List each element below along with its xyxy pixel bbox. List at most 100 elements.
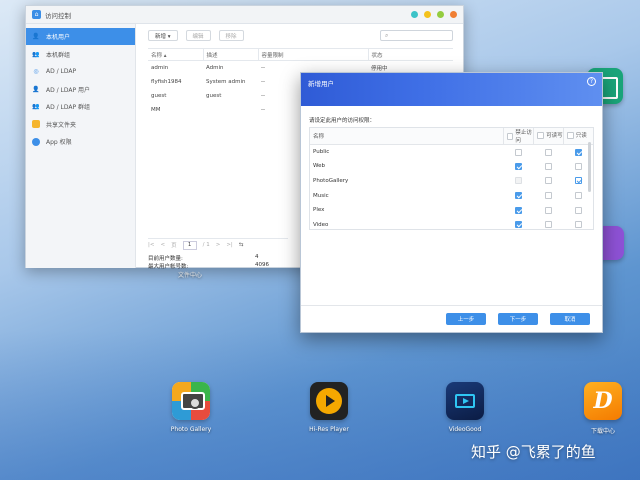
partial-desktop-label: 文件中心 — [178, 272, 203, 279]
page-number-input[interactable]: 1 — [182, 240, 197, 250]
back-button[interactable]: 上一步 — [446, 313, 486, 325]
folder-name-cell: Music — [313, 192, 329, 199]
help-icon[interactable]: ? — [587, 77, 596, 86]
window-maximize-button[interactable] — [437, 11, 444, 18]
ro-checkbox[interactable] — [544, 192, 552, 200]
rw-checkbox[interactable] — [574, 221, 582, 229]
max-users-label: 最大用户帐号数: — [148, 264, 189, 270]
deny-checkbox[interactable] — [515, 192, 523, 200]
prev-page-icon[interactable]: < — [160, 242, 165, 248]
permission-cell — [504, 159, 534, 174]
videogood-icon — [446, 382, 484, 420]
page-prefix: 页 — [171, 243, 177, 249]
deny-checkbox[interactable] — [515, 221, 523, 229]
sidebar-item-label: AD / LDAP 群组 — [46, 104, 91, 111]
photo-gallery-icon — [172, 382, 210, 420]
window-minimize-button[interactable] — [424, 11, 431, 18]
pagination: |< < 页 1 / 1 > >| ⇆ — [148, 238, 288, 251]
delete-button[interactable]: 移除 — [218, 30, 244, 41]
last-page-icon[interactable]: >| — [226, 242, 232, 248]
dialog-header[interactable]: 新增用户 ? — [301, 73, 602, 106]
videogood-label: VideoGood — [448, 426, 482, 433]
user-name-cell: guest — [151, 92, 167, 99]
permission-cell — [504, 188, 534, 203]
group-icon: 👥 — [32, 50, 40, 58]
select-all-rw-checkbox[interactable] — [537, 131, 545, 139]
window-titlebar[interactable]: ⌂ 访问控制 — [26, 6, 463, 24]
ro-checkbox[interactable] — [544, 177, 552, 185]
sidebar-item-label: 共享文件夹 — [46, 121, 77, 129]
ro-checkbox[interactable] — [544, 148, 552, 156]
sidebar-item-ad-ldap-groups[interactable]: 👥 AD / LDAP 群组 — [26, 98, 135, 115]
photo-gallery-shortcut[interactable]: Photo Gallery — [156, 382, 226, 433]
rw-checkbox[interactable] — [574, 206, 582, 214]
refresh-icon[interactable]: ⇆ — [239, 242, 244, 248]
new-user-button[interactable]: 新增 ▾ — [148, 30, 178, 41]
permission-cell — [563, 203, 593, 218]
search-input[interactable]: ⌕ — [380, 30, 453, 41]
folder-name-cell: Web — [313, 163, 325, 170]
hires-player-label: Hi-Res Player — [309, 426, 349, 433]
permission-prompt: 请设定此用户的访问权限： — [309, 118, 376, 124]
user-name-cell: admin — [151, 64, 169, 71]
app-icon — [32, 137, 40, 146]
download-center-label: 下载中心 — [590, 428, 615, 435]
ro-checkbox[interactable] — [544, 206, 552, 214]
ro-checkbox[interactable] — [544, 221, 552, 229]
edit-button[interactable]: 编辑 — [185, 30, 211, 41]
permission-cell — [534, 188, 564, 203]
sidebar-item-local-groups[interactable]: 👥 本机群组 — [26, 46, 135, 63]
permission-table-container: 名称 禁止访问 可读写 只读 Public Web PhotoGallery Musi… — [309, 127, 594, 230]
search-icon: ⌕ — [385, 31, 389, 39]
cancel-button[interactable]: 取消 — [550, 313, 590, 325]
column-header-rw[interactable]: 可读写 — [533, 128, 564, 145]
user-desc-cell: Admin — [206, 64, 224, 71]
column-header-status[interactable]: 状态 — [367, 48, 453, 61]
ro-checkbox[interactable] — [544, 162, 552, 170]
next-button[interactable]: 下一步 — [498, 313, 538, 325]
window-help-button[interactable] — [411, 11, 418, 18]
hires-player-shortcut[interactable]: Hi-Res Player — [294, 382, 364, 433]
first-page-icon[interactable]: |< — [148, 242, 154, 248]
column-header-quota[interactable]: 容量限制 — [257, 48, 368, 61]
user-name-cell: MM — [151, 106, 161, 113]
rw-checkbox[interactable] — [574, 177, 582, 185]
select-all-deny-checkbox[interactable] — [507, 132, 514, 140]
folder-name-cell: Plex — [313, 207, 325, 214]
permission-cell — [504, 203, 534, 218]
new-user-dialog: 新增用户 ? 请设定此用户的访问权限： 名称 禁止访问 可读写 只读 Publi… — [300, 72, 603, 333]
folder-name-cell: PhotoGallery — [313, 177, 349, 184]
sidebar-item-ad-ldap[interactable]: ◎ AD / LDAP — [26, 63, 135, 80]
sidebar-item-shared-folders[interactable]: 共享文件夹 — [26, 116, 135, 133]
column-header-name[interactable]: 名称 ▴ — [148, 48, 203, 61]
column-header-description[interactable]: 描述 — [202, 48, 258, 61]
permission-row: Public — [310, 145, 593, 160]
sidebar-item-label: AD / LDAP — [46, 68, 77, 75]
sidebar-item-ad-ldap-users[interactable]: 👤 AD / LDAP 用户 — [26, 81, 135, 98]
permission-row: Plex — [310, 203, 593, 218]
permission-cell — [534, 174, 564, 189]
watermark: 知乎 @飞累了的鱼 — [471, 443, 596, 461]
rw-checkbox[interactable] — [574, 148, 582, 156]
rw-checkbox[interactable] — [574, 162, 582, 170]
access-control-app-icon: ⌂ — [32, 10, 41, 19]
sidebar-item-app-permissions[interactable]: App 权限 — [26, 133, 135, 150]
vertical-scrollbar[interactable] — [588, 142, 591, 192]
dialog-title: 新增用户 — [308, 80, 334, 88]
select-all-ro-checkbox[interactable] — [566, 131, 574, 139]
deny-checkbox[interactable] — [515, 206, 523, 214]
next-page-icon[interactable]: > — [216, 242, 221, 248]
sidebar-item-local-users[interactable]: 👤 本机用户 — [26, 28, 135, 45]
window-close-button[interactable] — [450, 11, 457, 18]
permission-cell — [504, 174, 534, 189]
column-header-deny[interactable]: 禁止访问 — [503, 128, 534, 145]
deny-checkbox[interactable] — [515, 148, 523, 156]
folder-name-cell: Video — [313, 221, 329, 228]
current-users-value: 4 — [255, 254, 259, 260]
rw-checkbox[interactable] — [574, 192, 582, 200]
download-center-shortcut[interactable]: D 下载中心 — [568, 382, 638, 435]
column-header-name: 名称 — [310, 128, 504, 145]
deny-checkbox[interactable] — [515, 162, 523, 170]
videogood-shortcut[interactable]: VideoGood — [430, 382, 500, 433]
domain-user-icon: 👤 — [32, 85, 40, 93]
